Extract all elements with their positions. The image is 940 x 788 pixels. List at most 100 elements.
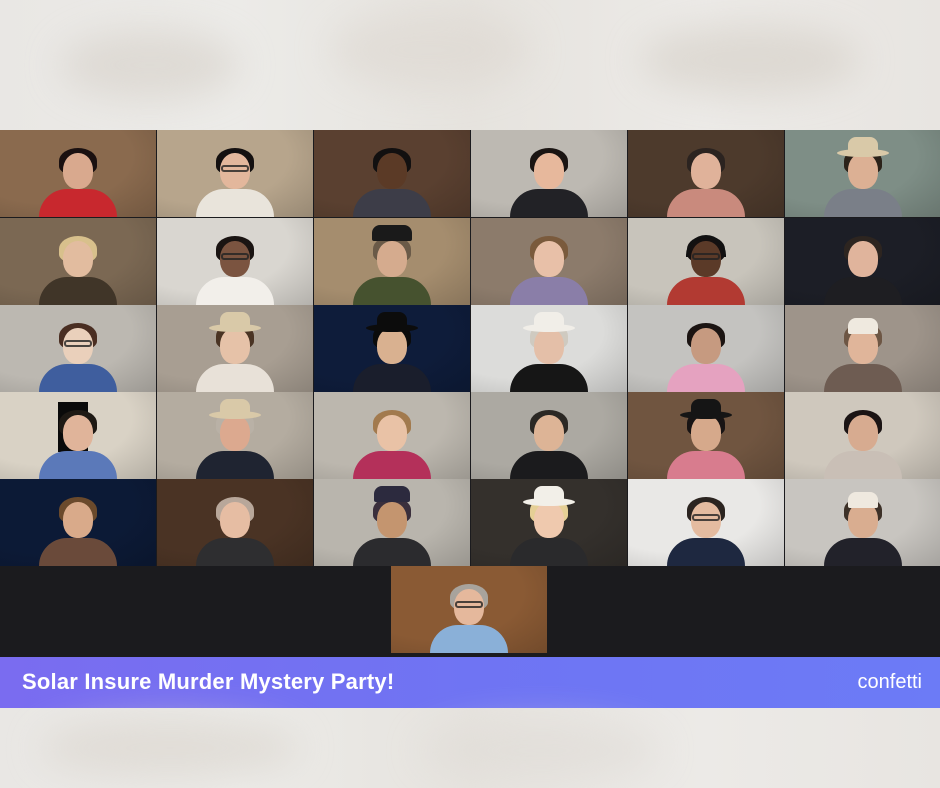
participant-video-tile[interactable]: [0, 130, 156, 217]
participant: [666, 484, 746, 566]
participant-body: [196, 277, 274, 305]
participant-video-tile[interactable]: [471, 479, 627, 566]
participant-video-tile[interactable]: [628, 130, 784, 217]
participant: [429, 571, 509, 653]
participant-video-tile[interactable]: [471, 218, 627, 305]
participant: [823, 484, 903, 566]
participant-face: [377, 415, 407, 451]
participant: [666, 223, 746, 305]
participant-video-tile[interactable]: [471, 305, 627, 392]
participant-video-tile[interactable]: [0, 305, 156, 392]
participant-video-tile[interactable]: [157, 479, 313, 566]
participant-video-tile[interactable]: [157, 218, 313, 305]
participant-video-tile[interactable]: [785, 479, 940, 566]
participant: [823, 397, 903, 479]
hat-crown: [848, 492, 878, 508]
video-call-gallery: [0, 130, 940, 657]
participant: [38, 223, 118, 305]
participant: [352, 397, 432, 479]
participant-video-tile[interactable]: [157, 130, 313, 217]
participant-face: [63, 153, 93, 189]
participant-video-tile[interactable]: [314, 130, 470, 217]
headset-icon: [686, 235, 726, 257]
glasses-icon: [692, 514, 720, 521]
participant-face: [220, 502, 250, 538]
hat-crown: [374, 486, 410, 502]
participant-video-tile[interactable]: [785, 130, 940, 217]
participant-video-tile[interactable]: [471, 130, 627, 217]
participant-body: [39, 364, 117, 392]
participant: [509, 223, 589, 305]
participant-body: [39, 277, 117, 305]
participant-face: [534, 153, 564, 189]
hat-crown: [220, 399, 250, 415]
blurred-background-top: [0, 0, 940, 130]
participant-video-tile[interactable]: [157, 392, 313, 479]
participant: [823, 135, 903, 217]
participant-video-tile[interactable]: [0, 392, 156, 479]
participant-video-tile[interactable]: [785, 305, 940, 392]
participant-face: [534, 328, 564, 364]
hat-crown: [691, 399, 721, 415]
participant-body: [510, 451, 588, 479]
event-title: Solar Insure Murder Mystery Party!: [22, 669, 395, 694]
participant-video-tile[interactable]: [628, 305, 784, 392]
participant: [38, 397, 118, 479]
participant: [195, 135, 275, 217]
participant-video-tile[interactable]: [628, 392, 784, 479]
participant: [352, 310, 432, 392]
participant: [666, 310, 746, 392]
participant: [352, 223, 432, 305]
participant-video-tile[interactable]: [314, 392, 470, 479]
participant-body: [196, 189, 274, 217]
participant-body: [353, 538, 431, 566]
participant-video-tile[interactable]: [157, 305, 313, 392]
glasses-icon: [455, 601, 483, 608]
participant: [666, 135, 746, 217]
participant-face: [220, 415, 250, 451]
participant-video-tile[interactable]: [391, 566, 547, 653]
participant-face: [63, 502, 93, 538]
participant-body: [824, 451, 902, 479]
participant-face: [848, 241, 878, 277]
participant-video-tile[interactable]: [0, 218, 156, 305]
participant-face: [691, 328, 721, 364]
participant-face: [691, 153, 721, 189]
participant: [38, 135, 118, 217]
participant-body: [510, 538, 588, 566]
participant: [509, 310, 589, 392]
glasses-icon: [221, 165, 249, 172]
participant-face: [220, 328, 250, 364]
participant-video-tile[interactable]: [471, 392, 627, 479]
participant-video-tile[interactable]: [785, 218, 940, 305]
participant-body: [510, 364, 588, 392]
participant-body: [667, 277, 745, 305]
participant-face: [63, 241, 93, 277]
participant-body: [824, 189, 902, 217]
participant-body: [667, 189, 745, 217]
participant-video-tile[interactable]: [785, 392, 940, 479]
participant-face: [848, 153, 878, 189]
participant-body: [824, 538, 902, 566]
participant-video-tile[interactable]: [314, 305, 470, 392]
participant-body: [353, 189, 431, 217]
participant-face: [377, 502, 407, 538]
participant: [352, 135, 432, 217]
participant-video-tile[interactable]: [314, 218, 470, 305]
participant: [195, 310, 275, 392]
participant-video-tile[interactable]: [0, 479, 156, 566]
participant-body: [510, 277, 588, 305]
participant-body: [510, 189, 588, 217]
participant-body: [39, 189, 117, 217]
hat-crown: [372, 225, 412, 241]
participant-face: [534, 415, 564, 451]
participant-body: [667, 451, 745, 479]
participant-video-tile[interactable]: [314, 479, 470, 566]
participant-face: [377, 328, 407, 364]
participant-video-tile[interactable]: [628, 479, 784, 566]
participant-face: [534, 241, 564, 277]
participant: [38, 484, 118, 566]
participant-video-tile[interactable]: [628, 218, 784, 305]
participant: [666, 397, 746, 479]
participant-body: [353, 277, 431, 305]
